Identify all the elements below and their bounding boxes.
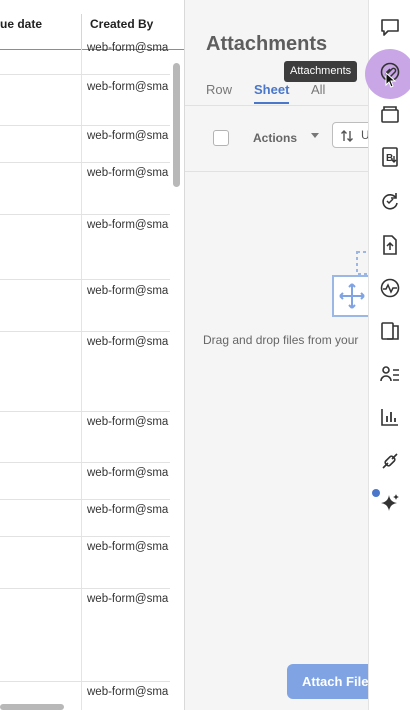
created-by-cell[interactable]: web-form@sma bbox=[87, 541, 171, 553]
created-by-cell[interactable]: web-form@sma bbox=[87, 130, 171, 142]
update-requests-icon[interactable] bbox=[379, 190, 401, 212]
row-divider bbox=[0, 462, 170, 463]
row-divider bbox=[0, 162, 170, 163]
drag-drop-icon bbox=[331, 250, 368, 325]
reports-icon[interactable] bbox=[379, 406, 401, 428]
created-by-cell[interactable]: web-form@sma bbox=[87, 467, 171, 479]
actions-dropdown-label[interactable]: Actions bbox=[253, 131, 297, 145]
row-divider bbox=[0, 214, 170, 215]
horizontal-scrollbar[interactable] bbox=[0, 704, 64, 710]
forms-icon[interactable] bbox=[379, 320, 401, 342]
created-by-cell[interactable]: web-form@sma bbox=[87, 81, 171, 93]
attachments-toolbar: Actions U bbox=[185, 106, 368, 172]
created-by-cell[interactable]: web-form@sma bbox=[87, 416, 171, 428]
select-all-checkbox[interactable] bbox=[213, 130, 229, 146]
row-divider bbox=[0, 331, 170, 332]
tab-row[interactable]: Row bbox=[206, 82, 232, 97]
tab-all[interactable]: All bbox=[311, 82, 325, 97]
drop-instructions: Drag and drop files from your bbox=[203, 333, 359, 347]
mouse-cursor-icon bbox=[385, 71, 397, 93]
created-by-cell[interactable]: web-form@sma bbox=[87, 336, 171, 348]
created-by-cell[interactable]: web-form@sma bbox=[87, 504, 171, 516]
ai-sparkle-icon[interactable] bbox=[379, 492, 401, 514]
column-divider bbox=[81, 49, 82, 710]
created-by-cell[interactable]: web-form@sma bbox=[87, 285, 171, 297]
connections-icon[interactable] bbox=[379, 450, 401, 472]
column-divider[interactable] bbox=[81, 14, 82, 49]
proofs-icon[interactable] bbox=[379, 103, 401, 125]
contacts-icon[interactable] bbox=[379, 363, 401, 385]
sheet-grid: ue date Created By web-form@sma web-form@… bbox=[0, 0, 185, 710]
chevron-down-icon[interactable] bbox=[311, 133, 319, 138]
tab-sheet[interactable]: Sheet bbox=[254, 82, 289, 97]
created-by-cell[interactable]: web-form@sma bbox=[87, 686, 171, 698]
publish-icon[interactable] bbox=[379, 234, 401, 256]
sort-button[interactable]: U bbox=[332, 122, 368, 148]
row-divider bbox=[0, 125, 170, 126]
sort-icon bbox=[341, 130, 353, 142]
sort-label: U bbox=[361, 128, 368, 142]
svg-text:B: B bbox=[386, 153, 393, 164]
created-by-cell[interactable]: web-form@sma bbox=[87, 219, 171, 231]
row-divider bbox=[0, 499, 170, 500]
created-by-cell[interactable]: web-form@sma bbox=[87, 593, 171, 605]
attach-file-label: Attach File bbox=[302, 674, 368, 689]
right-rail: B bbox=[365, 0, 410, 710]
row-divider bbox=[0, 279, 170, 280]
activity-icon[interactable] bbox=[379, 277, 401, 299]
column-header-created-by[interactable]: Created By bbox=[90, 17, 153, 31]
summary-icon[interactable]: B bbox=[379, 146, 401, 168]
attachments-tabs: Row Sheet All bbox=[185, 80, 368, 106]
tooltip: Attachments bbox=[284, 61, 358, 82]
active-tab-indicator bbox=[254, 102, 289, 104]
row-divider bbox=[0, 681, 170, 682]
row-divider bbox=[0, 588, 170, 589]
created-by-cell[interactable]: web-form@sma bbox=[87, 42, 171, 54]
vertical-scrollbar[interactable] bbox=[173, 63, 180, 187]
row-divider bbox=[0, 536, 170, 537]
row-divider bbox=[0, 411, 170, 412]
created-by-cell[interactable]: web-form@sma bbox=[87, 167, 171, 179]
attachments-panel: Attachments Row Sheet All Actions U Drag… bbox=[185, 0, 368, 710]
attach-file-button[interactable]: Attach File bbox=[287, 664, 368, 699]
panel-title: Attachments bbox=[206, 33, 328, 55]
row-divider bbox=[0, 74, 170, 75]
comment-icon[interactable] bbox=[379, 16, 401, 38]
column-header-due-date[interactable]: ue date bbox=[0, 17, 42, 31]
